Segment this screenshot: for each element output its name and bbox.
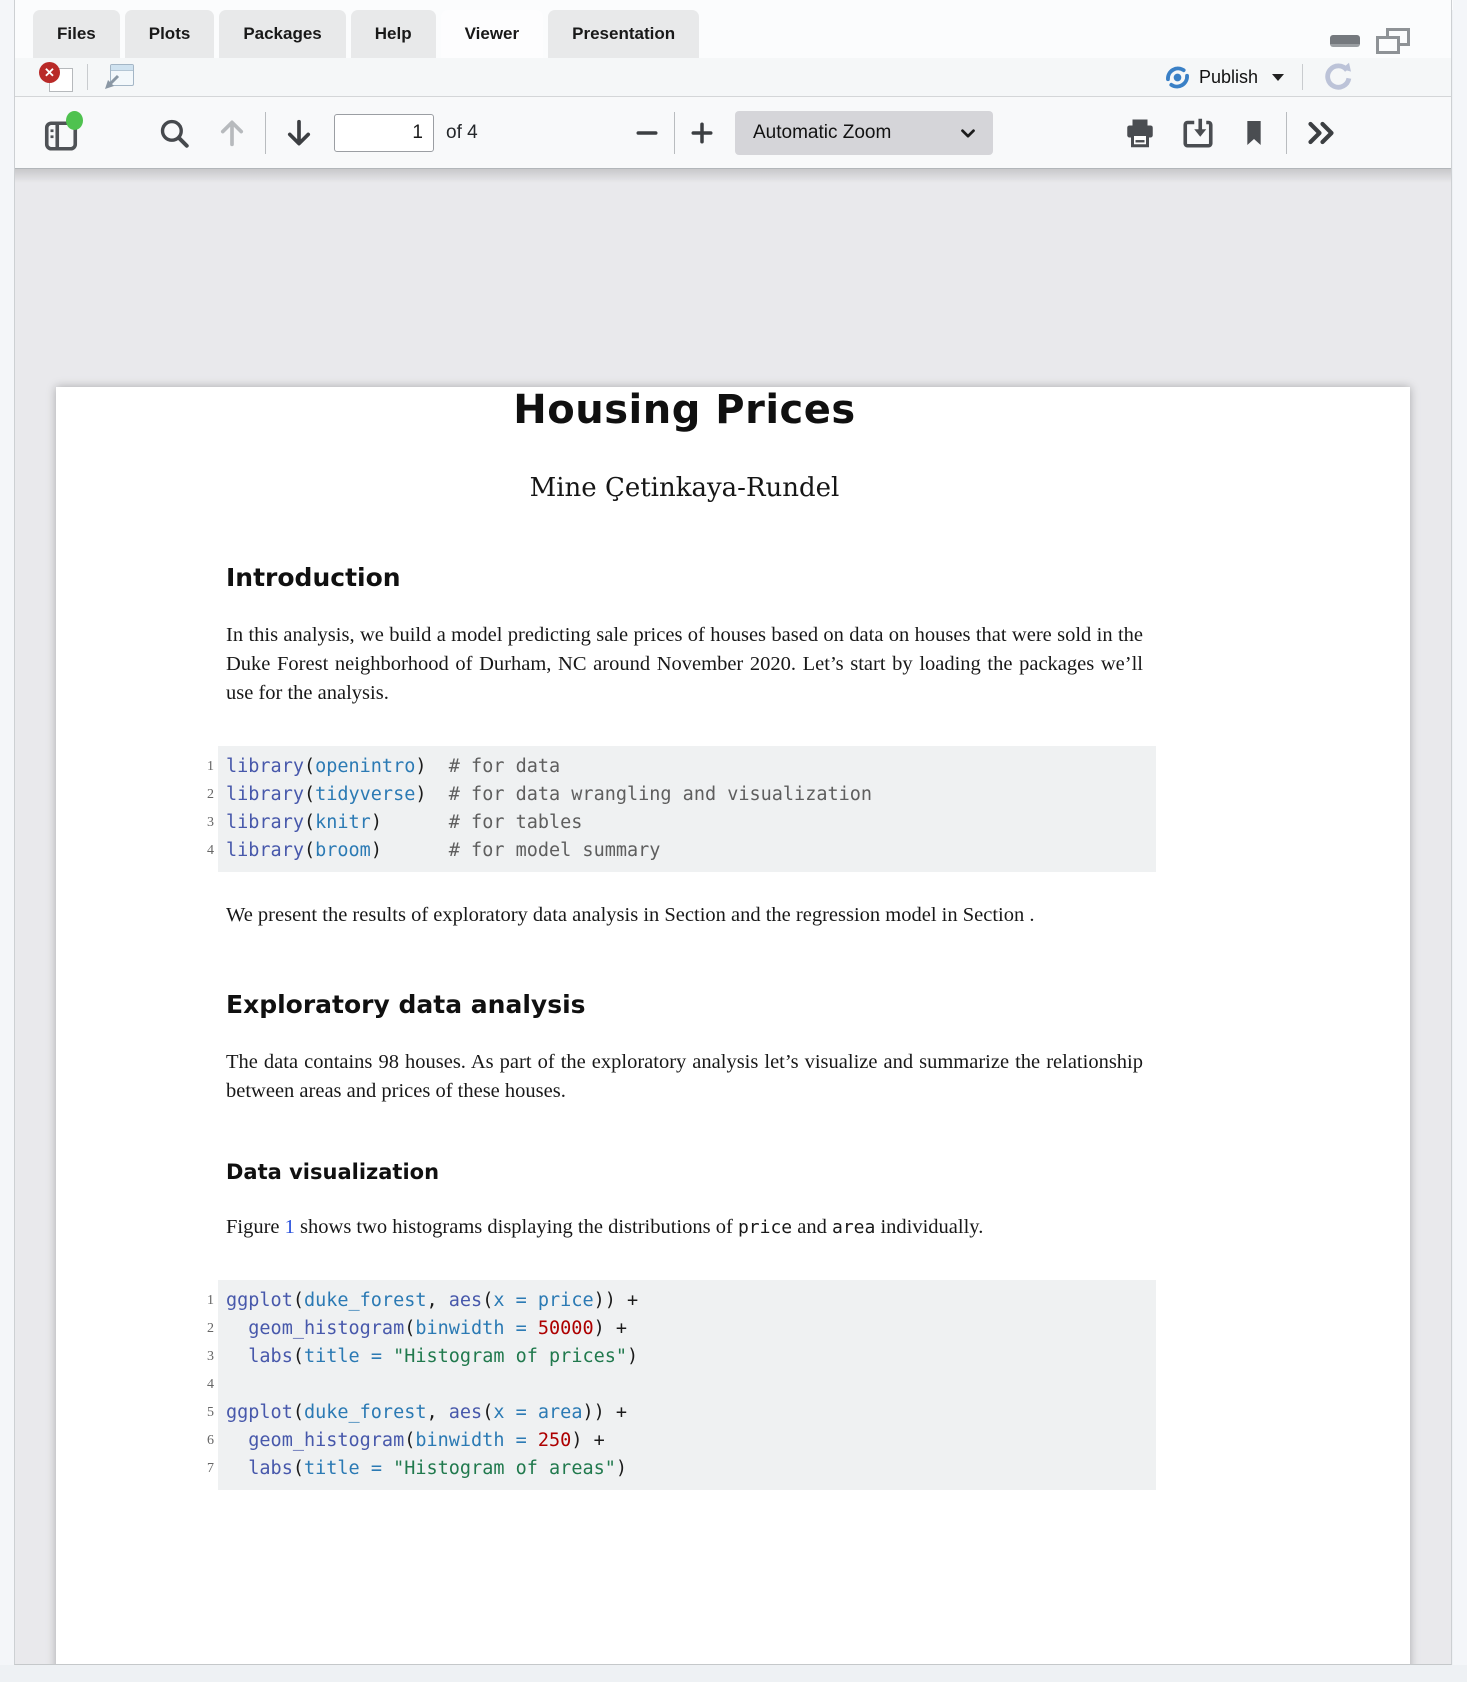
code-line: 4 (226, 1371, 1156, 1399)
search-icon[interactable] (157, 116, 191, 150)
code-line: 1library(openintro) # for data (226, 753, 1156, 781)
viewer-scrollbar-track[interactable] (1453, 0, 1467, 1665)
viewer-toolbar: ✕ Publish (15, 58, 1451, 96)
inline-code: price (738, 1217, 792, 1238)
code-line: 5ggplot(duke_forest, aes(x = area)) + (226, 1399, 1156, 1427)
line-number: 4 (194, 837, 214, 865)
pdf-page-content: Housing Prices Mine Çetinkaya-Rundel Int… (56, 387, 1410, 1550)
download-icon[interactable] (1180, 115, 1216, 151)
pane-tabbar: Files Plots Packages Help Viewer Present… (15, 0, 1451, 58)
pdf-page: Housing Prices Mine Çetinkaya-Rundel Int… (56, 387, 1410, 1664)
sidebar-toggle-icon[interactable] (43, 113, 81, 153)
document-title: Housing Prices (226, 387, 1143, 433)
tab-help[interactable]: Help (351, 10, 436, 58)
section-heading: Exploratory data analysis (226, 990, 1143, 1019)
refresh-icon[interactable] (1321, 59, 1353, 96)
page-count-label: of 4 (446, 122, 478, 144)
line-number: 6 (194, 1427, 214, 1455)
paragraph: Figure 1 shows two histograms displaying… (226, 1213, 1143, 1242)
page-number-input[interactable] (334, 114, 434, 152)
text-segment: The data contains 98 houses. As part of … (226, 1051, 1143, 1102)
code-line: 3library(knitr) # for tables (226, 809, 1156, 837)
line-number: 3 (194, 809, 214, 837)
section-heading: Introduction (226, 563, 1143, 592)
code-line: 3 labs(title = "Histogram of prices") (226, 1343, 1156, 1371)
paragraph: We present the results of exploratory da… (226, 901, 1143, 930)
code-line: 7 labs(title = "Histogram of areas") (226, 1455, 1156, 1483)
paragraph: The data contains 98 houses. As part of … (226, 1048, 1143, 1106)
section-heading: Data visualization (226, 1160, 1143, 1184)
page-up-icon[interactable] (215, 116, 249, 150)
text-segment: individually. (875, 1216, 983, 1238)
line-number: 4 (194, 1371, 214, 1399)
more-tools-icon[interactable] (1303, 115, 1339, 151)
text-segment: In this analysis, we build a model predi… (226, 624, 1143, 704)
toolbar-divider (265, 112, 266, 154)
close-viewer-icon[interactable]: ✕ (39, 62, 73, 92)
code-block: 1ggplot(duke_forest, aes(x = price)) +2 … (218, 1280, 1156, 1490)
maximize-icon[interactable] (1376, 28, 1410, 54)
tab-plots[interactable]: Plots (125, 10, 215, 58)
minimize-icon[interactable] (1330, 35, 1360, 47)
code-line: 2library(tidyverse) # for data wrangling… (226, 781, 1156, 809)
bookmark-icon[interactable] (1238, 117, 1270, 149)
tab-viewer[interactable]: Viewer (441, 10, 544, 58)
pane-window-controls (1330, 28, 1410, 54)
toolbar-divider (1286, 112, 1287, 154)
text-segment: shows two histograms displaying the dist… (295, 1216, 738, 1238)
text-segment: We present the results of exploratory da… (226, 904, 1034, 926)
pdf-viewer-area[interactable]: Housing Prices Mine Çetinkaya-Rundel Int… (15, 169, 1451, 1664)
publish-label: Publish (1199, 67, 1258, 88)
zoom-select[interactable]: Automatic Zoom (735, 111, 993, 155)
line-number: 3 (194, 1343, 214, 1371)
figure-link[interactable]: 1 (285, 1216, 295, 1238)
line-number: 1 (194, 753, 214, 781)
line-number: 2 (194, 1315, 214, 1343)
code-line: 6 geom_histogram(binwidth = 250) + (226, 1427, 1156, 1455)
inline-code: area (832, 1217, 875, 1238)
popout-icon[interactable] (104, 64, 134, 90)
paragraph: In this analysis, we build a model predi… (226, 621, 1143, 708)
line-number: 1 (194, 1287, 214, 1315)
window-left-edge (0, 0, 14, 1665)
document-flow: Introduction In this analysis, we build a… (226, 563, 1143, 1490)
code-line: 4library(broom) # for model summary (226, 837, 1156, 865)
viewer-status-dot (66, 111, 83, 130)
publish-button[interactable]: Publish (1164, 64, 1284, 91)
line-number: 5 (194, 1399, 214, 1427)
page-down-icon[interactable] (282, 116, 316, 150)
document-author: Mine Çetinkaya-Rundel (226, 473, 1143, 503)
code-line: 1ggplot(duke_forest, aes(x = price)) + (226, 1287, 1156, 1315)
toolbar-divider (674, 112, 675, 154)
toolbar-divider (1302, 64, 1303, 90)
pdf-toolbar: of 4 Automatic Zoom (15, 96, 1451, 169)
zoom-in-icon[interactable] (687, 118, 717, 148)
tab-packages[interactable]: Packages (219, 10, 345, 58)
window-bottom-strip (0, 1665, 1467, 1682)
publish-caret-icon (1272, 74, 1284, 81)
zoom-caret-icon (957, 122, 979, 144)
zoom-out-icon[interactable] (632, 118, 662, 148)
text-segment: Figure (226, 1216, 285, 1238)
text-segment: and (792, 1216, 832, 1238)
viewer-pane: Files Plots Packages Help Viewer Present… (14, 0, 1452, 1665)
toolbar-divider (87, 64, 88, 90)
code-line: 2 geom_histogram(binwidth = 50000) + (226, 1315, 1156, 1343)
zoom-label: Automatic Zoom (753, 122, 957, 144)
code-block: 1library(openintro) # for data2library(t… (218, 746, 1156, 872)
publish-icon (1164, 64, 1191, 91)
tab-files[interactable]: Files (33, 10, 120, 58)
tab-presentation[interactable]: Presentation (548, 10, 699, 58)
print-icon[interactable] (1122, 115, 1158, 151)
line-number: 2 (194, 781, 214, 809)
line-number: 7 (194, 1455, 214, 1483)
